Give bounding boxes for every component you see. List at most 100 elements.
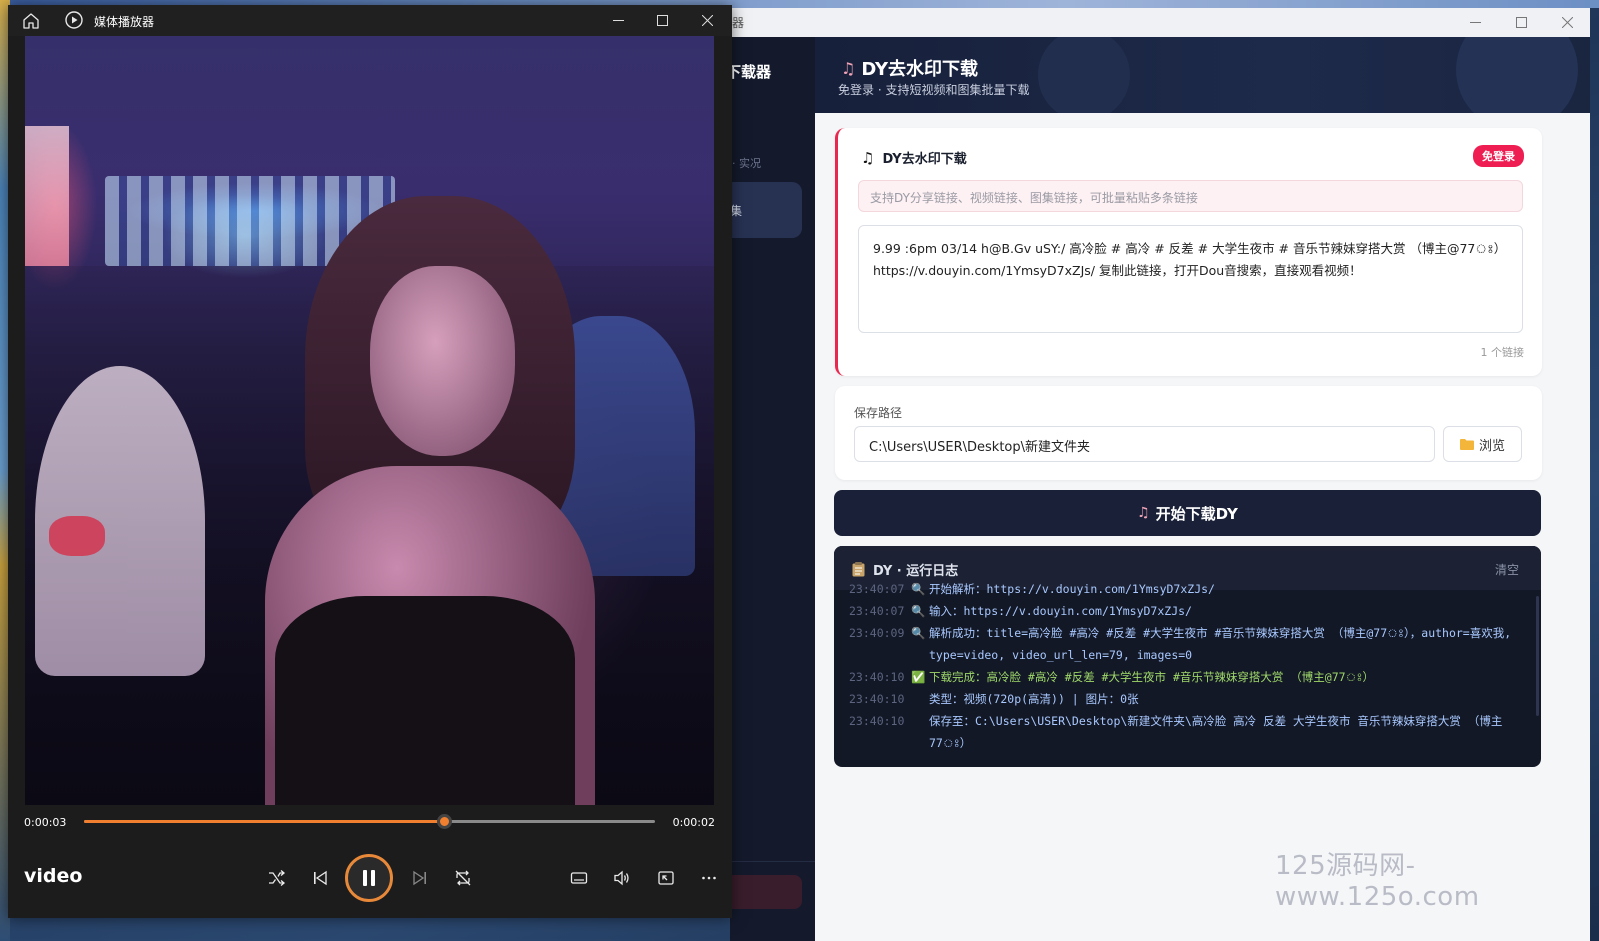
previous-icon	[314, 870, 327, 886]
video-scene-subject-face	[370, 266, 515, 456]
video-scene-sign	[25, 126, 69, 266]
downloader-titlebar: 器	[730, 8, 1590, 37]
downloader-window: 器 下载器 · 实况 集 ♫ DY去水印下载 免登录 · 支持短视频和图集批量下…	[730, 8, 1590, 941]
log-timestamp: 23:40:10	[849, 670, 905, 684]
sidebar-section-label: · 实况	[732, 157, 761, 170]
repeat-off-button[interactable]	[450, 865, 476, 891]
mini-player-icon	[658, 871, 674, 885]
clear-log-button[interactable]: 清空	[1495, 561, 1519, 578]
media-player-titlebar: 媒体播放器	[8, 5, 732, 36]
log-title-text: DY · 运行日志	[873, 564, 959, 579]
link-textarea[interactable]: 9.99 :6pm 03/14 h@B.Gv uSY:/ 高冷脸 # 高冷 # …	[858, 225, 1523, 333]
log-scrollbar[interactable]	[1536, 596, 1539, 716]
log-message: 类型：视频(720p(高清)) | 图片：0张	[929, 692, 1139, 706]
minimize-icon	[1469, 22, 1481, 23]
log-line: 23:40:07 🔍 输入：https://v.douyin.com/1YmsyD7…	[849, 600, 1531, 622]
link-count: 1 个链接	[1480, 346, 1525, 359]
log-timestamp: 23:40:10	[849, 692, 905, 706]
start-download-button[interactable]: ♫ 开始下载DY	[834, 490, 1541, 536]
close-button[interactable]	[1544, 8, 1590, 37]
more-options-button[interactable]	[696, 865, 722, 891]
folder-icon	[1459, 439, 1474, 450]
repeat-off-icon	[455, 870, 471, 886]
sidebar: 下载器 · 实况 集	[730, 37, 815, 941]
seek-bar[interactable]	[84, 814, 655, 829]
card-title-text: DY去水印下载	[882, 152, 967, 167]
log-timestamp: 23:40:07	[849, 604, 905, 618]
page-title-text: DY去水印下载	[861, 59, 979, 80]
minimize-icon	[613, 20, 624, 21]
previous-button[interactable]	[307, 865, 333, 891]
log-line: 23:40:09 🔍 解析成功：title=高冷脸 #高冷 #反差 #大学生夜市 #…	[849, 622, 1531, 666]
clipboard-icon	[852, 562, 865, 577]
input-hint: 支持DY分享链接、视频链接、图集链接，可批量粘贴多条链接	[858, 180, 1523, 212]
maximize-icon	[1515, 17, 1527, 28]
no-login-badge: 免登录	[1473, 145, 1524, 167]
link-input-card: ♫ DY去水印下载 免登录 支持DY分享链接、视频链接、图集链接，可批量粘贴多条…	[835, 128, 1542, 376]
log-timestamp: 23:40:09	[849, 626, 905, 640]
card-title: ♫ DY去水印下载	[861, 148, 967, 168]
close-icon	[702, 15, 713, 26]
watermark: 125源码网-www.125o.com	[1275, 851, 1480, 912]
next-button[interactable]	[407, 865, 433, 891]
log-message: 保存至：C:\Users\USER\Desktop\新建文件夹\高冷脸 高冷 反…	[929, 714, 1503, 750]
magnifier-icon: 🔍	[911, 582, 926, 596]
maximize-button[interactable]	[1498, 8, 1544, 37]
browse-button[interactable]: 浏览	[1443, 426, 1522, 462]
magnifier-icon: 🔍	[911, 604, 926, 618]
pause-icon	[363, 870, 375, 886]
media-player-window: 媒体播放器 0:00:03 0:00:02 video	[8, 5, 732, 918]
total-time: 0:00:02	[672, 816, 715, 829]
music-note-icon: ♫	[1137, 505, 1150, 521]
log-line: 23:40:10 保存至：C:\Users\USER\Desktop\新建文件夹\…	[849, 710, 1531, 754]
media-player-title: 媒体播放器	[94, 15, 155, 29]
music-note-icon: ♫	[861, 148, 875, 167]
log-panel: DY · 运行日志 清空 23:40:07 🔍 开始解析：https://v.dou…	[834, 546, 1541, 767]
player-minimize-button[interactable]	[596, 5, 641, 36]
volume-icon	[614, 870, 629, 886]
page-header: ♫ DY去水印下载 免登录 · 支持短视频和图集批量下载	[815, 37, 1590, 113]
main-content: ♫ DY去水印下载 免登录 · 支持短视频和图集批量下载 ♫ DY去水印下载 免…	[815, 37, 1590, 941]
volume-button[interactable]	[609, 865, 635, 891]
page-subtitle: 免登录 · 支持短视频和图集批量下载	[838, 83, 1030, 97]
shuffle-button[interactable]	[264, 865, 290, 891]
home-icon[interactable]	[22, 12, 40, 30]
minimize-button[interactable]	[1452, 8, 1498, 37]
shuffle-icon	[269, 870, 286, 886]
media-name: video	[24, 865, 83, 887]
music-note-icon: ♫	[841, 58, 856, 78]
media-player-logo-icon	[65, 11, 83, 29]
log-message: 下载完成：高冷脸 #高冷 #反差 #大学生夜市 #音乐节辣妹穿搭大赏 （博主@7…	[929, 670, 1374, 684]
header-decoration	[1038, 37, 1130, 113]
video-scene-bystander	[35, 366, 205, 676]
log-timestamp: 23:40:07	[849, 582, 905, 596]
sidebar-item-active[interactable]: 集	[730, 182, 802, 238]
shirt-print	[49, 516, 105, 556]
window-title: 器	[732, 16, 745, 30]
next-icon	[413, 870, 426, 886]
pause-button[interactable]	[345, 854, 393, 902]
more-options-icon	[702, 876, 716, 880]
subtitles-button[interactable]	[566, 865, 592, 891]
log-message: 解析成功：title=高冷脸 #高冷 #反差 #大学生夜市 #音乐节辣妹穿搭大赏…	[929, 626, 1512, 662]
maximize-icon	[657, 15, 668, 26]
log-title: DY · 运行日志	[852, 560, 958, 579]
log-line: 23:40:10 类型：视频(720p(高清)) | 图片：0张	[849, 688, 1531, 710]
seek-bar-thumb[interactable]	[436, 814, 452, 829]
sidebar-footer-button[interactable]	[730, 875, 802, 909]
player-close-button[interactable]	[685, 5, 730, 36]
log-icon-empty	[911, 688, 929, 710]
save-path-input[interactable]: C:\Users\USER\Desktop\新建文件夹	[854, 426, 1435, 462]
browse-button-label: 浏览	[1478, 438, 1505, 454]
mini-player-button[interactable]	[653, 865, 679, 891]
save-path-label: 保存路径	[854, 406, 903, 420]
page-title: ♫ DY去水印下载	[841, 55, 978, 81]
sidebar-divider	[730, 861, 815, 862]
log-message: 输入：https://v.douyin.com/1YmsyD7xZJs/	[929, 604, 1192, 618]
save-path-card: 保存路径 C:\Users\USER\Desktop\新建文件夹 浏览	[835, 386, 1542, 480]
app-name: 下载器	[730, 63, 772, 81]
video-frame[interactable]	[25, 36, 714, 805]
log-message: 开始解析：https://v.douyin.com/1YmsyD7xZJs/	[929, 582, 1215, 596]
player-maximize-button[interactable]	[640, 5, 685, 36]
player-controls: 0:00:03 0:00:02 video	[8, 805, 732, 918]
